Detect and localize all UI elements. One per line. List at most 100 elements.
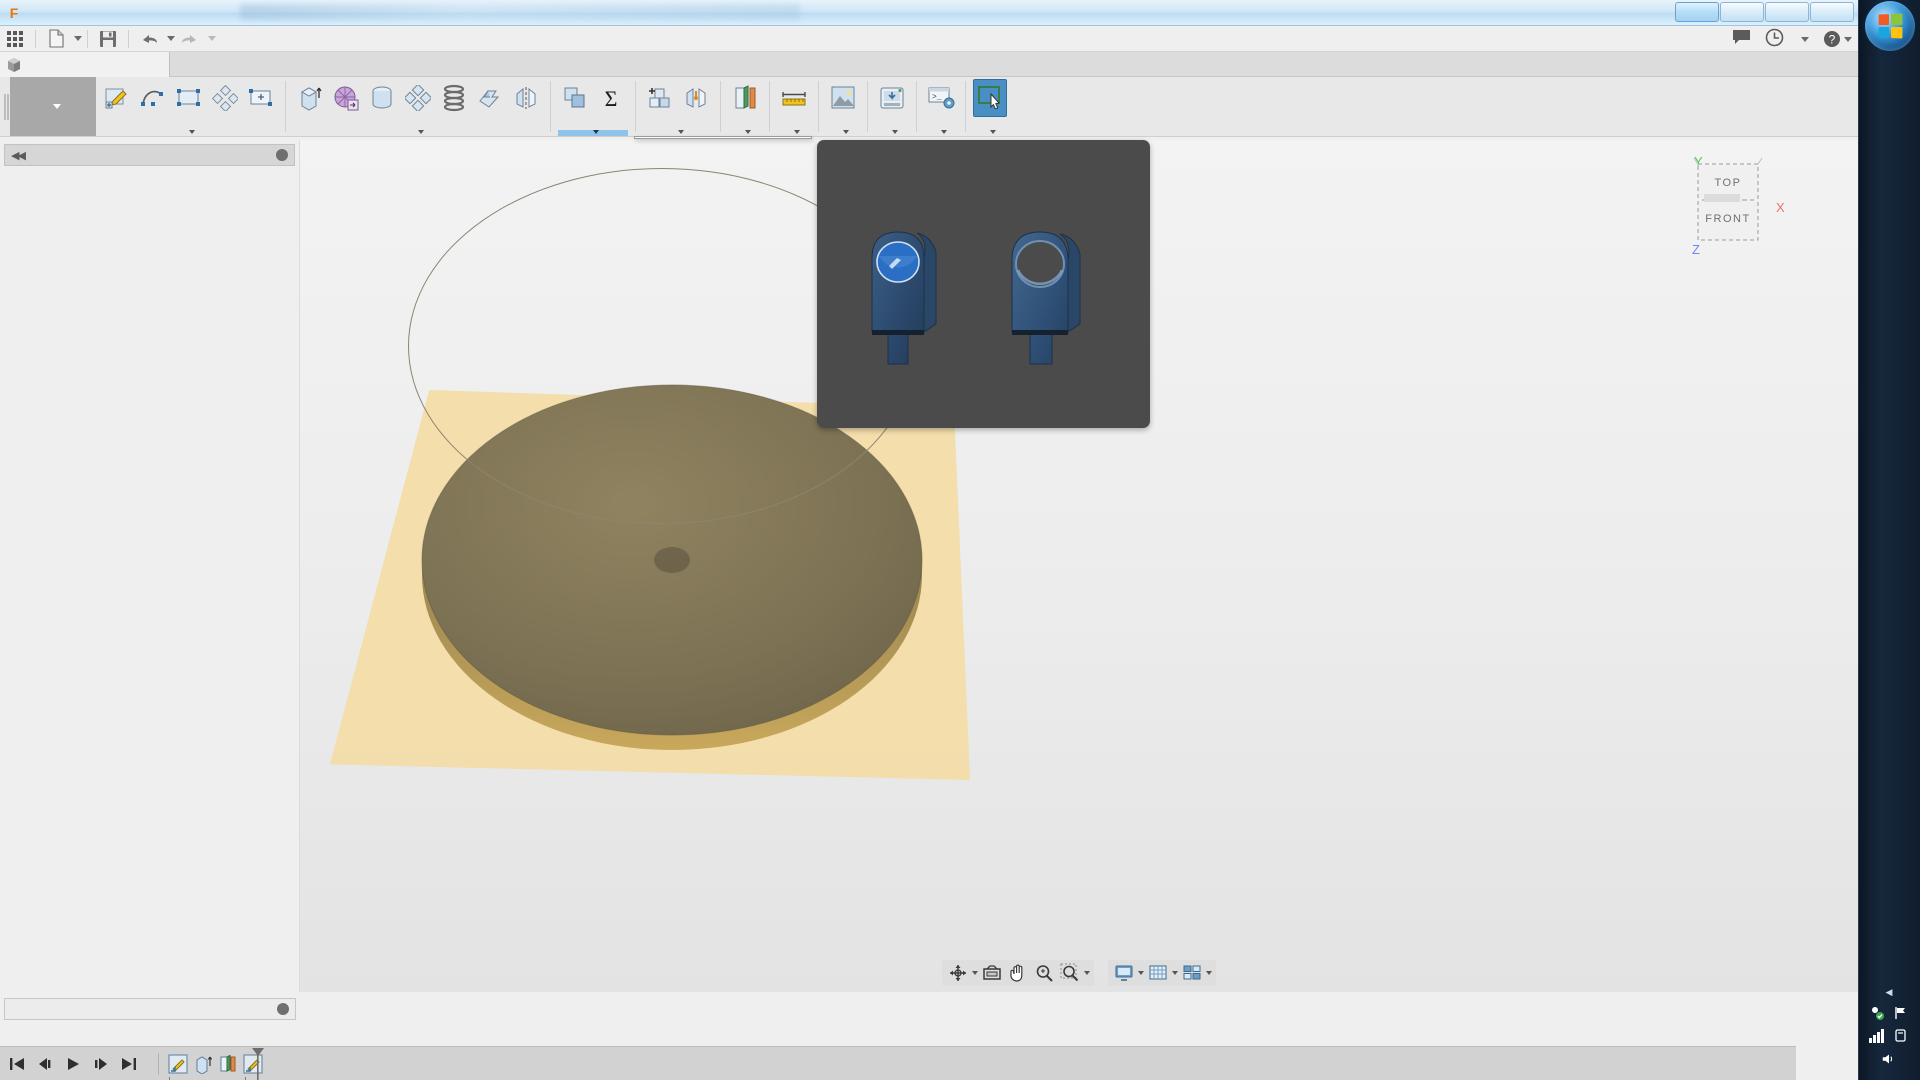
play-icon[interactable]: [64, 1055, 82, 1073]
zoom-dropdown-caret-icon[interactable]: [1084, 971, 1090, 975]
redo-caret-icon[interactable]: [208, 36, 216, 41]
orbit-dropdown-caret-icon[interactable]: [972, 971, 978, 975]
ribbon-group-label-addins[interactable]: [924, 130, 958, 136]
zoom-window-icon[interactable]: [1058, 962, 1082, 984]
coil-icon[interactable]: [437, 79, 471, 117]
ribbon-grip[interactable]: [0, 77, 10, 136]
joint-icon[interactable]: [679, 79, 713, 117]
modify-dropdown-menu[interactable]: [634, 136, 812, 139]
spline-icon[interactable]: [136, 79, 170, 117]
browser-options-icon[interactable]: [276, 149, 288, 161]
undo-icon[interactable]: [134, 27, 164, 51]
window-controls[interactable]: [1675, 2, 1854, 22]
create-sketch-icon[interactable]: [100, 79, 134, 117]
navigation-bar[interactable]: [942, 960, 1216, 986]
change-parameters-sigma-icon[interactable]: Σ: [594, 79, 628, 117]
select-cursor-icon[interactable]: [973, 79, 1007, 117]
close-button[interactable]: [1810, 2, 1854, 22]
display-settings-icon[interactable]: [1112, 962, 1136, 984]
undo-caret-icon[interactable]: [167, 36, 175, 41]
ribbon-group-assemble[interactable]: [639, 77, 717, 136]
workspace-caret-icon[interactable]: [53, 104, 61, 109]
app-grid-icon[interactable]: [0, 27, 30, 51]
document-tab-bar[interactable]: [0, 52, 1858, 77]
go-to-beginning-icon[interactable]: [8, 1055, 26, 1073]
ribbon-group-construct[interactable]: [724, 77, 766, 136]
ribbon-group-make[interactable]: [871, 77, 913, 136]
application-bar[interactable]: ?: [0, 26, 1858, 52]
step-forward-icon[interactable]: [92, 1055, 110, 1073]
zoom-icon[interactable]: [1032, 962, 1056, 984]
measure-ruler-icon[interactable]: [777, 79, 811, 117]
volume-icon[interactable]: [1881, 1051, 1897, 1067]
network-signal-icon[interactable]: [1869, 1028, 1885, 1044]
comments-panel[interactable]: [4, 998, 296, 1020]
ribbon-group-label-create[interactable]: [293, 130, 543, 136]
3d-print-icon[interactable]: [875, 79, 909, 117]
grid-caret-icon[interactable]: [1172, 971, 1178, 975]
user-account-menu[interactable]: [1798, 37, 1809, 42]
go-to-end-icon[interactable]: [120, 1055, 138, 1073]
ribbon-group-label-make[interactable]: [875, 130, 909, 136]
new-document-caret-icon[interactable]: [74, 36, 82, 41]
browser-tree[interactable]: [0, 170, 299, 176]
new-component-icon[interactable]: [643, 79, 677, 117]
user-caret-icon[interactable]: [1801, 37, 1809, 42]
ribbon-group-sketch[interactable]: [96, 77, 282, 136]
mirror-icon[interactable]: [509, 79, 543, 117]
help-caret-icon[interactable]: [1844, 37, 1852, 42]
browser-panel[interactable]: ◀◀: [0, 140, 300, 992]
combine-icon[interactable]: [558, 79, 592, 117]
timeline-features[interactable]: [167, 1053, 264, 1075]
rectangle-icon[interactable]: [172, 79, 206, 117]
history-clock-icon[interactable]: [1765, 28, 1784, 50]
revolve-icon[interactable]: [365, 79, 399, 117]
tray-expand-icon[interactable]: ◀: [1886, 987, 1893, 998]
display-caret-icon[interactable]: [1138, 971, 1144, 975]
look-at-icon[interactable]: [980, 962, 1004, 984]
save-icon[interactable]: [93, 27, 123, 51]
extrude-feature-icon[interactable]: [192, 1053, 214, 1075]
document-tab[interactable]: [0, 52, 170, 77]
orbit-icon[interactable]: [946, 962, 970, 984]
action-center-icon[interactable]: [1869, 1005, 1885, 1021]
scripts-addins-icon[interactable]: >_: [924, 79, 958, 117]
collapse-left-icon[interactable]: ◀◀: [11, 149, 24, 162]
new-document-icon[interactable]: [41, 27, 71, 51]
ribbon-group-label-sketch[interactable]: [100, 130, 278, 136]
navigation-tools-group[interactable]: [942, 960, 1094, 986]
ribbon-group-addins[interactable]: >_: [920, 77, 962, 136]
browser-header[interactable]: ◀◀: [4, 144, 295, 166]
timeline-bar[interactable]: [0, 1046, 1796, 1080]
extrude-icon[interactable]: [293, 79, 327, 117]
restore-button[interactable]: [1675, 2, 1719, 22]
redo-icon[interactable]: [175, 27, 205, 51]
ribbon-group-label-insert[interactable]: [826, 130, 860, 136]
sketch-pattern-icon[interactable]: [208, 79, 242, 117]
loft-icon[interactable]: [473, 79, 507, 117]
comments-options-icon[interactable]: [277, 1003, 289, 1015]
ribbon-group-label-modify[interactable]: [558, 130, 628, 136]
sketch-dimension-icon[interactable]: [244, 79, 278, 117]
view-cube[interactable]: Y X Z TOP FRONT: [1676, 150, 1796, 260]
display-settings-group[interactable]: [1108, 960, 1216, 986]
insert-image-icon[interactable]: [826, 79, 860, 117]
construction-plane-feature-icon[interactable]: [217, 1053, 239, 1075]
construction-plane-icon[interactable]: [728, 79, 762, 117]
workspace-switcher[interactable]: [10, 77, 96, 136]
viewports-caret-icon[interactable]: [1206, 971, 1212, 975]
step-back-icon[interactable]: [36, 1055, 54, 1073]
sketch-feature-icon[interactable]: [167, 1053, 189, 1075]
grid-snap-icon[interactable]: [1146, 962, 1170, 984]
pattern-mesh-icon[interactable]: [329, 79, 363, 117]
device-icon[interactable]: [1893, 1028, 1909, 1044]
ribbon-group-inspect[interactable]: [773, 77, 815, 136]
windows-taskbar[interactable]: ◀: [1858, 0, 1920, 1080]
timeline-playback-controls[interactable]: [8, 1055, 150, 1073]
ribbon-group-modify[interactable]: Σ: [554, 77, 632, 136]
timeline-marker-icon[interactable]: [250, 1047, 266, 1080]
comment-icon[interactable]: [1732, 29, 1751, 49]
pattern-icon[interactable]: [401, 79, 435, 117]
pan-icon[interactable]: [1006, 962, 1030, 984]
ribbon-toolbar[interactable]: Σ: [0, 77, 1858, 137]
